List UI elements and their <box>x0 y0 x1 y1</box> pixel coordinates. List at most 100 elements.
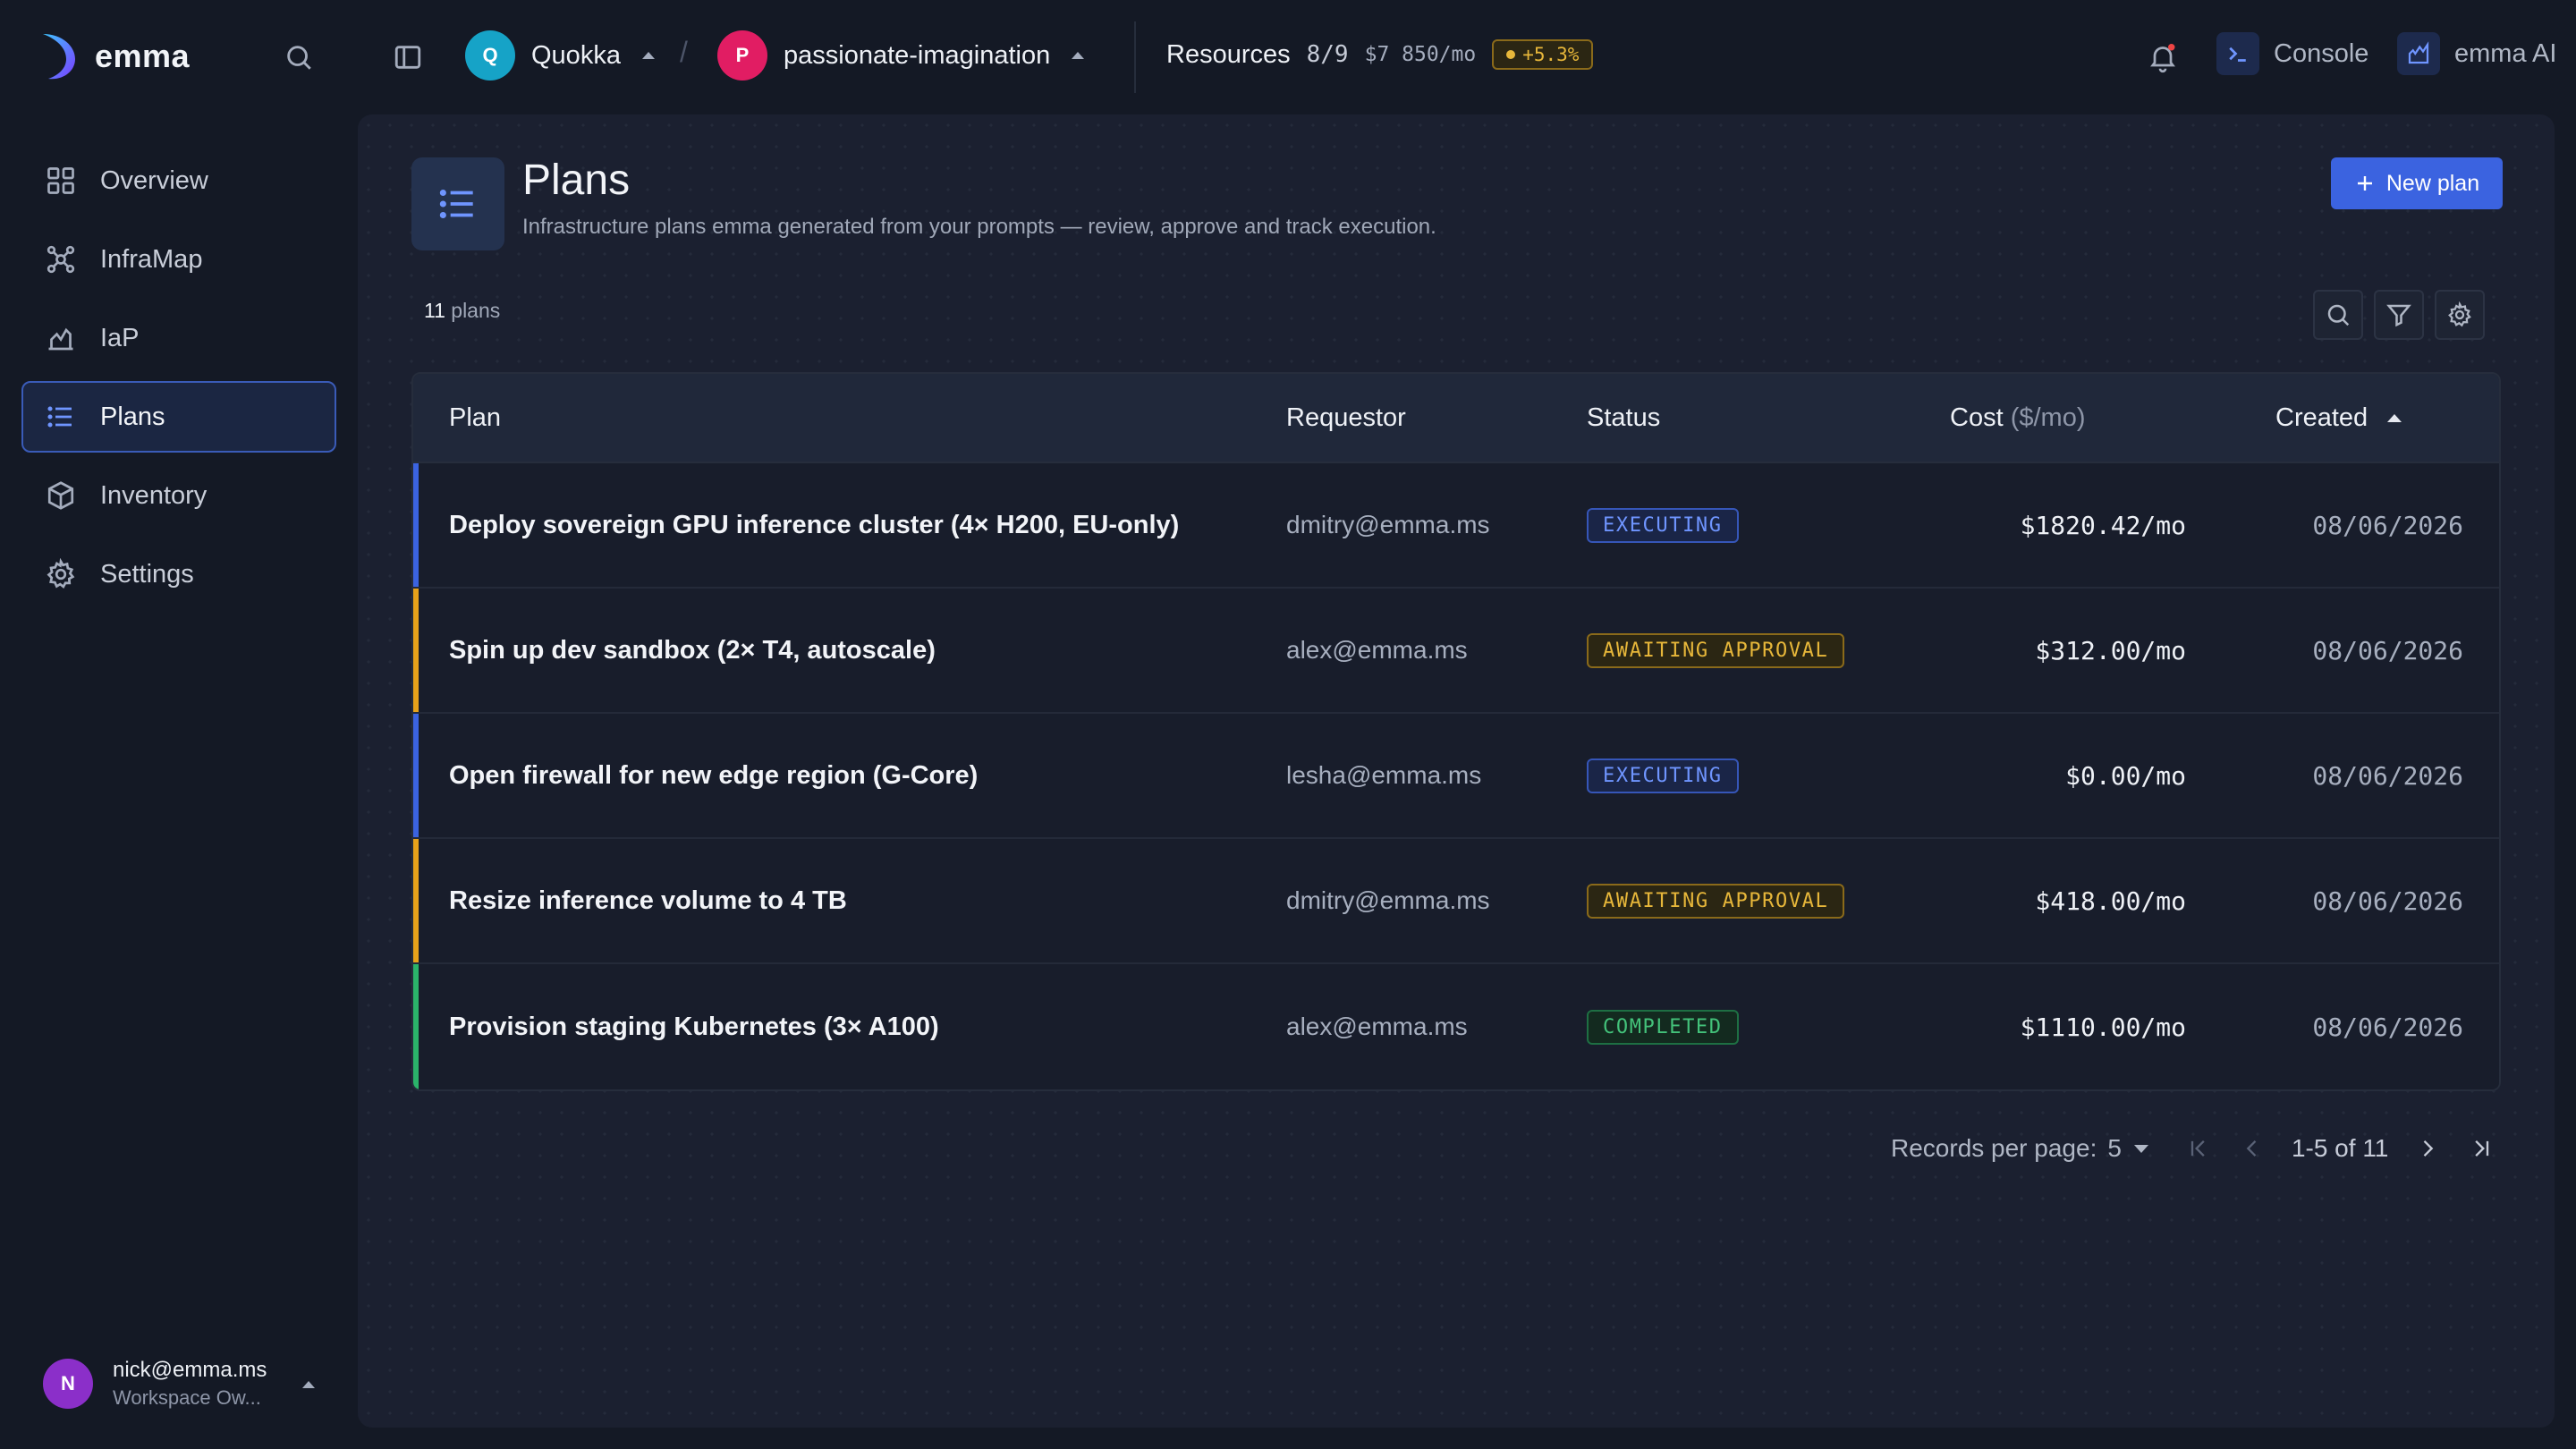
requestor: dmitry@emma.ms <box>1286 886 1490 914</box>
table-header: Plan Requestor Status Cost ($/mo) Create… <box>413 374 2499 463</box>
chart-hand-icon <box>48 327 73 351</box>
table-row[interactable]: Open firewall for new edge region (G-Cor… <box>413 714 2499 839</box>
table-row[interactable]: Spin up dev sandbox (2× T4, autoscale) a… <box>413 589 2499 714</box>
workspace-name: Quokka <box>531 40 621 70</box>
sidebar-item-settings[interactable]: Settings <box>21 538 336 610</box>
gear-icon <box>47 558 75 589</box>
sidebar-item-label: Settings <box>100 559 194 589</box>
chevron-down-icon[interactable] <box>2133 1144 2148 1153</box>
page-subtitle: Infrastructure plans emma generated from… <box>522 215 1436 239</box>
app-logo[interactable]: emma <box>36 30 190 82</box>
status-badge: AWAITING APPROVAL <box>1587 632 1845 668</box>
sidebar-toggle-icon[interactable] <box>390 39 426 75</box>
emma-ai-button[interactable]: emma AI <box>2397 32 2556 75</box>
cost-header-unit: ($/mo) <box>2010 402 2086 432</box>
project-name: passionate-imagination <box>784 40 1051 70</box>
notifications-bell-icon[interactable] <box>2141 36 2184 79</box>
table-row[interactable]: Provision staging Kubernetes (3× A100) a… <box>413 964 2499 1089</box>
resources-cost: $7 850/mo <box>1364 43 1477 66</box>
requestor: dmitry@emma.ms <box>1286 511 1490 538</box>
terminal-icon <box>2216 32 2259 75</box>
grid-icon <box>47 167 74 194</box>
row-status-accent <box>413 589 419 712</box>
page-range: 1-5 of 11 <box>2291 1134 2389 1162</box>
caret-up-icon <box>302 1381 315 1388</box>
requestor: alex@emma.ms <box>1286 1013 1468 1040</box>
plans-table: Plan Requestor Status Cost ($/mo) Create… <box>411 372 2501 1091</box>
console-label: Console <box>2274 38 2369 68</box>
cost: $1110.00/mo <box>2020 1012 2186 1042</box>
records-per-page-label: Records per page: <box>1891 1134 2097 1162</box>
plus-icon <box>2357 176 2372 191</box>
requestor: alex@emma.ms <box>1286 636 1468 664</box>
cost: $418.00/mo <box>2035 886 2186 916</box>
row-status-accent <box>413 839 419 962</box>
sidebar-item-inframap[interactable]: InfraMap <box>21 224 336 295</box>
project-avatar: P <box>717 30 767 80</box>
column-header-requestor[interactable]: Requestor <box>1286 403 1587 433</box>
search-icon[interactable] <box>281 39 317 75</box>
user-role: Workspace Ow... <box>113 1386 261 1409</box>
cost-delta-badge: +5.3% <box>1492 39 1594 70</box>
row-status-accent <box>413 463 419 587</box>
main-panel: Plans Infrastructure plans emma generate… <box>358 114 2555 1428</box>
created-date: 08/06/2026 <box>2312 760 2463 791</box>
sidebar-item-label: Inventory <box>100 480 208 510</box>
column-header-status[interactable]: Status <box>1587 403 1950 433</box>
emma-ai-label: emma AI <box>2454 38 2557 68</box>
sidebar-item-inventory[interactable]: Inventory <box>21 460 336 531</box>
sidebar-nav: Overview InfraMap IaP Plans Inventory Se… <box>21 145 336 617</box>
table-row[interactable]: Resize inference volume to 4 TB dmitry@e… <box>413 839 2499 964</box>
plan-name: Deploy sovereign GPU inference cluster (… <box>449 510 1180 539</box>
sidebar-item-label: IaP <box>100 323 140 352</box>
console-button[interactable]: Console <box>2216 32 2368 75</box>
resources-label: Resources <box>1166 39 1291 69</box>
project-selector[interactable]: P passionate-imagination <box>717 30 1085 80</box>
user-menu[interactable]: N nick@emma.ms Workspace Ow... <box>43 1358 315 1410</box>
resources-count: 8/9 <box>1306 41 1349 68</box>
page-title: Plans <box>522 157 631 204</box>
user-email: nick@emma.ms <box>113 1358 267 1382</box>
column-header-cost[interactable]: Cost ($/mo) <box>1950 403 2186 433</box>
column-header-created[interactable]: Created <box>2186 403 2499 433</box>
table-settings-button[interactable] <box>2435 290 2485 340</box>
sidebar-item-label: Overview <box>100 165 208 195</box>
next-page-icon[interactable] <box>2406 1127 2449 1170</box>
cost: $1820.42/mo <box>2020 510 2186 540</box>
search-icon <box>2327 304 2350 326</box>
sidebar-item-overview[interactable]: Overview <box>21 145 336 216</box>
cost-header-label: Cost <box>1950 402 2004 432</box>
table-row[interactable]: Deploy sovereign GPU inference cluster (… <box>413 463 2499 589</box>
plan-count-label: plans <box>451 299 501 322</box>
previous-page-icon[interactable] <box>2231 1127 2274 1170</box>
status-badge: EXECUTING <box>1587 507 1739 543</box>
status-badge: EXECUTING <box>1587 758 1739 793</box>
requestor: lesha@emma.ms <box>1286 761 1482 789</box>
sidebar-item-plans[interactable]: Plans <box>21 381 336 453</box>
resources-summary[interactable]: Resources 8/9 $7 850/mo +5.3% <box>1166 39 1594 70</box>
plan-name: Spin up dev sandbox (2× T4, autoscale) <box>449 635 936 665</box>
column-header-plan[interactable]: Plan <box>413 403 1286 433</box>
table-search-button[interactable] <box>2313 290 2363 340</box>
first-page-icon[interactable] <box>2177 1127 2220 1170</box>
status-dot-icon <box>1506 50 1516 59</box>
workspace-selector[interactable]: Q Quokka <box>465 30 655 80</box>
breadcrumb-separator: / <box>680 36 688 68</box>
plan-count: 11 plans <box>424 299 500 323</box>
plan-name: Resize inference volume to 4 TB <box>449 886 847 915</box>
caret-up-icon <box>641 52 655 59</box>
table-filter-button[interactable] <box>2374 290 2424 340</box>
plan-name: Open firewall for new edge region (G-Cor… <box>449 760 979 790</box>
new-plan-label: New plan <box>2385 170 2480 196</box>
plans-list-icon <box>411 157 504 250</box>
avatar: N <box>43 1359 93 1409</box>
records-per-page-select[interactable]: 5 <box>2107 1134 2122 1163</box>
app-name: emma <box>95 38 191 74</box>
network-icon <box>47 245 75 274</box>
top-bar: emma Q Quokka / P passionate-imagination… <box>0 0 2576 114</box>
created-header-label: Created <box>2275 402 2368 432</box>
new-plan-button[interactable]: New plan <box>2331 157 2503 209</box>
sidebar-item-iap[interactable]: IaP <box>21 302 336 374</box>
plan-name: Provision staging Kubernetes (3× A100) <box>449 1012 939 1041</box>
last-page-icon[interactable] <box>2460 1127 2503 1170</box>
